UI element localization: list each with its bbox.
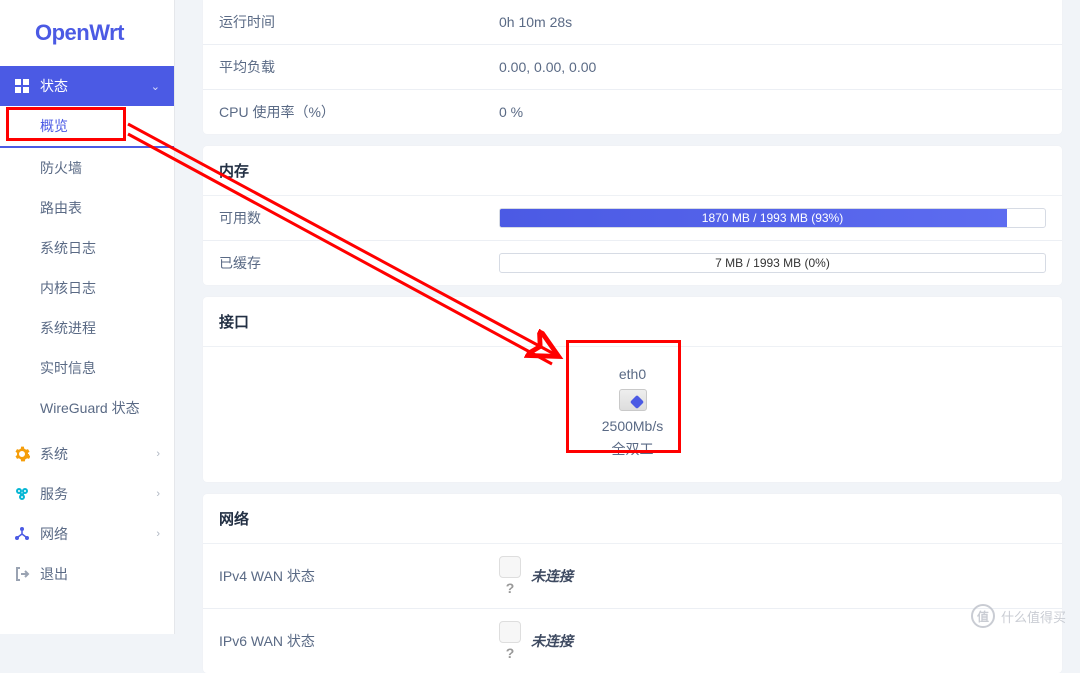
row-uptime: 运行时间 0h 10m 28s — [203, 0, 1062, 45]
progress-text-cached: 7 MB / 1993 MB (0%) — [500, 254, 1045, 272]
nav-sub-routes[interactable]: 路由表 — [0, 188, 174, 228]
row-cpu: CPU 使用率（%） 0 % — [203, 90, 1062, 134]
logout-icon — [14, 566, 32, 582]
row-load: 平均负载 0.00, 0.00, 0.00 — [203, 45, 1062, 90]
wan-ipv4-qmark: ? — [506, 580, 515, 596]
nav-status-label: 状态 — [40, 76, 68, 96]
label-mem-available: 可用数 — [219, 208, 499, 228]
wan-ipv6-qmark: ? — [506, 645, 515, 661]
nav-sub-realtime[interactable]: 实时信息 — [0, 348, 174, 388]
progress-mem-cached: 7 MB / 1993 MB (0%) — [499, 253, 1046, 273]
progress-text-available: 1870 MB / 1993 MB (93%) — [500, 209, 1045, 227]
progress-mem-available: 1870 MB / 1993 MB (93%) — [499, 208, 1046, 228]
wan-ipv6-icon — [499, 621, 521, 643]
iface-name: eth0 — [575, 363, 690, 385]
label-ipv4-wan: IPv4 WAN 状态 — [219, 566, 499, 586]
card-memory: 内存 可用数 1870 MB / 1993 MB (93%) 已缓存 7 MB … — [203, 146, 1062, 285]
nav-services-label: 服务 — [40, 484, 68, 504]
nav-sub-kernellog[interactable]: 内核日志 — [0, 268, 174, 308]
chevron-right-icon: › — [156, 448, 160, 460]
row-mem-cached: 已缓存 7 MB / 1993 MB (0%) — [203, 241, 1062, 285]
gear-icon — [14, 446, 32, 462]
nav-sub-processes[interactable]: 系统进程 — [0, 308, 174, 348]
nav-network-label: 网络 — [40, 524, 68, 544]
iface-duplex: 全双工 — [575, 438, 690, 460]
grid-icon — [14, 78, 32, 94]
watermark-text: 什么值得买 — [1001, 607, 1066, 626]
interface-eth0[interactable]: eth0 2500Mb/s 全双工 — [575, 357, 690, 468]
nav-system-label: 系统 — [40, 444, 68, 464]
chevron-right-icon: › — [156, 488, 160, 500]
wan-ipv6-status: 未连接 — [531, 631, 573, 651]
nav-system[interactable]: 系统 › — [0, 434, 174, 474]
label-ipv6-wan: IPv6 WAN 状态 — [219, 631, 499, 651]
card-network: 网络 IPv4 WAN 状态 ? 未连接 IPv6 WAN 状态 ? 未连接 — [203, 494, 1062, 673]
nav-sub-firewall[interactable]: 防火墙 — [0, 148, 174, 188]
label-cpu: CPU 使用率（%） — [219, 102, 499, 122]
service-icon — [14, 486, 32, 502]
chevron-right-icon: › — [156, 528, 160, 540]
wan-ipv4-icon — [499, 556, 521, 578]
nav-services[interactable]: 服务 › — [0, 474, 174, 514]
nav-logout-label: 退出 — [40, 564, 68, 584]
brand-logo: OpenWrt — [0, 0, 174, 66]
row-mem-available: 可用数 1870 MB / 1993 MB (93%) — [203, 196, 1062, 241]
header-network: 网络 — [203, 494, 1062, 544]
watermark-icon: 值 — [971, 604, 995, 628]
value-uptime: 0h 10m 28s — [499, 14, 1046, 30]
header-memory: 内存 — [203, 146, 1062, 196]
nav-sub-overview[interactable]: 概览 — [0, 106, 174, 148]
label-mem-cached: 已缓存 — [219, 253, 499, 273]
row-ipv6-wan: IPv6 WAN 状态 ? 未连接 — [203, 609, 1062, 673]
nav-status[interactable]: 状态 ⌄ — [0, 66, 174, 106]
network-icon — [14, 526, 32, 542]
nav-sub-syslog[interactable]: 系统日志 — [0, 228, 174, 268]
label-load: 平均负载 — [219, 57, 499, 77]
chevron-down-icon: ⌄ — [151, 80, 160, 93]
wan-ipv4-status: 未连接 — [531, 566, 573, 586]
ethernet-icon — [619, 389, 647, 411]
nav-status-sublist: 概览 防火墙 路由表 系统日志 内核日志 系统进程 实时信息 WireGuard… — [0, 106, 174, 434]
nav-network[interactable]: 网络 › — [0, 514, 174, 554]
row-ipv4-wan: IPv4 WAN 状态 ? 未连接 — [203, 544, 1062, 609]
nav-sub-wireguard[interactable]: WireGuard 状态 — [0, 388, 174, 428]
card-interfaces: 接口 eth0 2500Mb/s 全双工 — [203, 297, 1062, 482]
nav-logout[interactable]: 退出 — [0, 554, 174, 594]
card-status: 运行时间 0h 10m 28s 平均负载 0.00, 0.00, 0.00 CP… — [203, 0, 1062, 134]
watermark: 值 什么值得买 — [971, 604, 1066, 628]
label-uptime: 运行时间 — [219, 12, 499, 32]
sidebar: OpenWrt 状态 ⌄ 概览 防火墙 路由表 系统日志 内核日志 系统进程 实… — [0, 0, 175, 634]
value-cpu: 0 % — [499, 104, 1046, 120]
iface-speed: 2500Mb/s — [575, 415, 690, 437]
main-content: 运行时间 0h 10m 28s 平均负载 0.00, 0.00, 0.00 CP… — [185, 0, 1080, 634]
value-load: 0.00, 0.00, 0.00 — [499, 59, 1046, 75]
header-interfaces: 接口 — [203, 297, 1062, 347]
